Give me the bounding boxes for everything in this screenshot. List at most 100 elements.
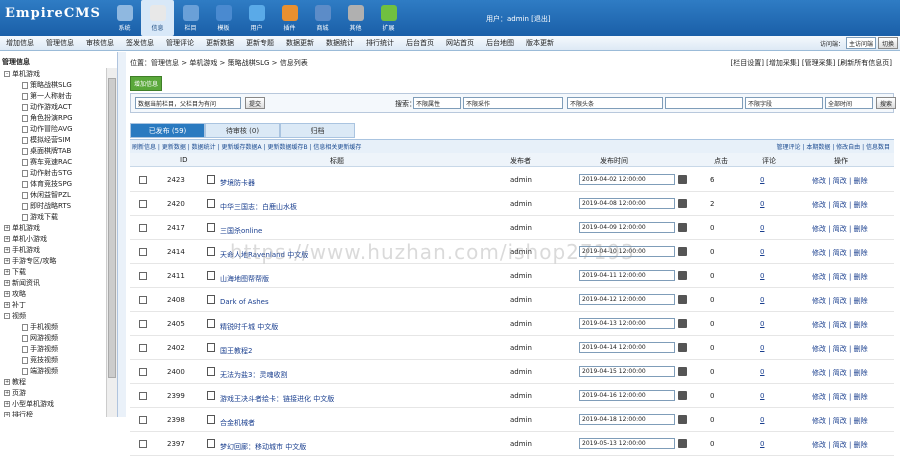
row-comments[interactable]: 0 <box>760 392 764 400</box>
expand-icon[interactable]: + <box>4 258 10 264</box>
row-date[interactable]: 2019-04-09 12:00:00 <box>579 222 675 233</box>
tree-node[interactable]: 策略战棋SLG <box>22 80 72 90</box>
row-checkbox[interactable] <box>139 176 147 184</box>
row-checkbox[interactable] <box>139 200 147 208</box>
tree-node[interactable]: 动作射击STG <box>22 168 72 178</box>
edit-icon[interactable] <box>207 271 215 280</box>
edit-icon[interactable] <box>207 391 215 400</box>
edit-icon[interactable] <box>207 295 215 304</box>
edit-icon[interactable] <box>207 199 215 208</box>
calendar-icon[interactable] <box>678 223 687 232</box>
show-button[interactable]: 提交 <box>245 97 266 109</box>
calendar-icon[interactable] <box>678 415 687 424</box>
tree-node[interactable]: 赛车竞速RAC <box>22 157 72 167</box>
calendar-icon[interactable] <box>678 199 687 208</box>
row-date[interactable]: 2019-04-08 12:00:00 <box>579 198 675 209</box>
row-checkbox[interactable] <box>139 272 147 280</box>
time-select[interactable]: 全部时间 <box>825 97 873 109</box>
tree-node[interactable]: - 单机游戏 <box>4 69 40 79</box>
row-title[interactable]: 山海地图帮帮版 <box>220 274 269 284</box>
tree-node[interactable]: 动作冒险AVG <box>22 124 73 134</box>
row-actions[interactable]: 修改 | 简改 | 删除 <box>812 224 868 234</box>
nav-0[interactable]: 系统 <box>108 0 141 36</box>
row-comments[interactable]: 0 <box>760 176 764 184</box>
row-actions[interactable]: 修改 | 简改 | 删除 <box>812 248 868 258</box>
row-comments[interactable]: 0 <box>760 224 764 232</box>
tree-node[interactable]: + 新闻资讯 <box>4 278 40 288</box>
tree-node[interactable]: - 视频 <box>4 311 26 321</box>
tab-2[interactable]: 归档 <box>280 123 355 138</box>
row-title[interactable]: 中华三国志：白鹿山水板 <box>220 202 297 212</box>
calendar-icon[interactable] <box>678 271 687 280</box>
row-title[interactable]: 游戏王决斗者绘卡：链接进化 中文版 <box>220 394 334 404</box>
nav-3[interactable]: 模板 <box>207 0 240 36</box>
row-checkbox[interactable] <box>139 248 147 256</box>
menu-item[interactable]: 签发信息 <box>120 38 160 48</box>
nav-5[interactable]: 插件 <box>273 0 306 36</box>
row-actions[interactable]: 修改 | 简改 | 删除 <box>812 368 868 378</box>
row-comments[interactable]: 0 <box>760 344 764 352</box>
tree-node[interactable]: 动作游戏ACT <box>22 102 72 112</box>
tree-node[interactable]: 端游视频 <box>22 366 58 376</box>
row-comments[interactable]: 0 <box>760 368 764 376</box>
row-comments[interactable]: 0 <box>760 248 764 256</box>
menu-item[interactable]: 后台首页 <box>400 38 440 48</box>
row-date[interactable]: 2019-04-15 12:00:00 <box>579 366 675 377</box>
scroll-thumb[interactable] <box>108 78 116 378</box>
row-date[interactable]: 2019-04-12 12:00:00 <box>579 294 675 305</box>
row-actions[interactable]: 修改 | 简改 | 删除 <box>812 392 868 402</box>
row-date[interactable]: 2019-04-11 12:00:00 <box>579 270 675 281</box>
edit-icon[interactable] <box>207 319 215 328</box>
tab-1[interactable]: 待审核 (0) <box>205 123 280 138</box>
row-title[interactable]: 三国杀online <box>220 226 262 236</box>
headline-select[interactable]: 不限头条 <box>567 97 663 109</box>
menu-item[interactable]: 数据统计 <box>320 38 360 48</box>
tree-node[interactable]: + 页游 <box>4 388 26 398</box>
tree-node[interactable]: 即时战略RTS <box>22 201 71 211</box>
row-date[interactable]: 2019-04-14 12:00:00 <box>579 342 675 353</box>
row-date[interactable]: 2019-05-13 12:00:00 <box>579 438 675 449</box>
row-title[interactable]: 无法为盐3：灵魂收割 <box>220 370 287 380</box>
menu-item[interactable]: 更新专题 <box>240 38 280 48</box>
calendar-icon[interactable] <box>678 175 687 184</box>
nav-6[interactable]: 商城 <box>306 0 339 36</box>
nav-8[interactable]: 扩展 <box>372 0 405 36</box>
edit-icon[interactable] <box>207 343 215 352</box>
calendar-icon[interactable] <box>678 367 687 376</box>
keyword-input[interactable] <box>665 97 743 109</box>
row-title[interactable]: 梦境防卡器 <box>220 178 255 188</box>
menu-item[interactable]: 增加信息 <box>0 38 40 48</box>
row-comments[interactable]: 0 <box>760 440 764 448</box>
user-info[interactable]: 用户：admin [退出] <box>486 14 551 24</box>
edit-icon[interactable] <box>207 247 215 256</box>
expand-icon[interactable]: + <box>4 225 10 231</box>
menu-item[interactable]: 审核信息 <box>80 38 120 48</box>
row-comments[interactable]: 0 <box>760 272 764 280</box>
nav-7[interactable]: 其他 <box>339 0 372 36</box>
nav-1[interactable]: 信息 <box>141 0 174 36</box>
row-comments[interactable]: 0 <box>760 416 764 424</box>
attr-select[interactable]: 不限属性 <box>413 97 461 109</box>
expand-icon[interactable]: + <box>4 269 10 275</box>
row-actions[interactable]: 修改 | 简改 | 删除 <box>812 440 868 450</box>
menu-item[interactable]: 排行统计 <box>360 38 400 48</box>
switch-button[interactable]: 切换 <box>877 37 898 49</box>
row-date[interactable]: 2019-04-13 12:00:00 <box>579 318 675 329</box>
row-title[interactable]: 合金机械者 <box>220 418 255 428</box>
menu-item[interactable]: 版本更新 <box>520 38 560 48</box>
access-select[interactable]: 主访问端 <box>845 37 876 49</box>
menu-item[interactable]: 更新数据 <box>200 38 240 48</box>
row-actions[interactable]: 修改 | 简改 | 删除 <box>812 320 868 330</box>
row-actions[interactable]: 修改 | 简改 | 删除 <box>812 200 868 210</box>
tree-node[interactable]: 休闲益智PZL <box>22 190 71 200</box>
row-actions[interactable]: 修改 | 简改 | 删除 <box>812 272 868 282</box>
expand-icon[interactable]: + <box>4 236 10 242</box>
row-comments[interactable]: 0 <box>760 320 764 328</box>
expand-icon[interactable]: - <box>4 313 10 319</box>
edit-icon[interactable] <box>207 415 215 424</box>
calendar-icon[interactable] <box>678 391 687 400</box>
expand-icon[interactable]: + <box>4 390 10 396</box>
menu-item[interactable]: 管理信息 <box>40 38 80 48</box>
row-checkbox[interactable] <box>139 368 147 376</box>
edit-icon[interactable] <box>207 439 215 448</box>
